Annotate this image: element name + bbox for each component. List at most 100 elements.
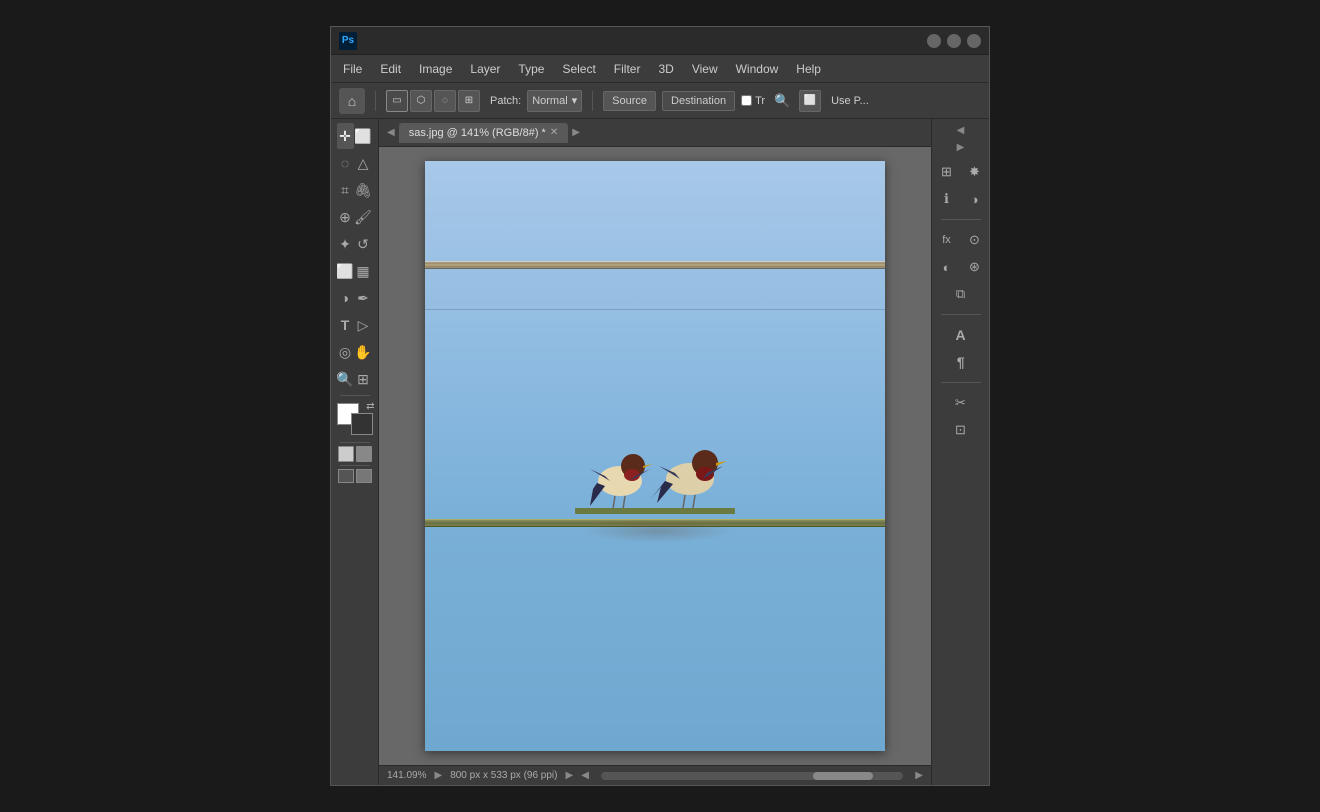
standard-screen-button[interactable] [338,469,354,483]
channels-icon[interactable]: fx [934,227,960,253]
canvas-button[interactable]: ⬜ [799,90,821,112]
info-icon[interactable]: ℹ [934,186,960,212]
status-bar: 141.09% ▶ 800 px x 533 px (96 ppi) ▶ ◀ ▶ [379,765,931,785]
switch-colors-icon[interactable]: ⇄ [366,401,374,412]
menu-layer[interactable]: Layer [462,59,508,79]
rectangular-marquee-tool[interactable]: ⬜ [355,123,372,149]
screen-mode-buttons [338,469,372,483]
pen-tool[interactable]: ✒ [355,285,372,311]
document-tab[interactable]: sas.jpg @ 141% (RGB/8#) * ✕ [399,123,569,143]
search-icon[interactable]: 🔍 [771,90,793,112]
menu-window[interactable]: Window [728,59,787,79]
panel-divider-1 [941,219,981,220]
panel-group-4: ✂ ⊡ [932,388,989,445]
menu-file[interactable]: File [335,59,370,79]
menu-3d[interactable]: 3D [650,59,681,79]
maximize-button[interactable]: □ [947,34,961,48]
patch-mode-value: Normal [532,95,567,107]
standard-mode-button[interactable] [338,446,354,462]
tab-bar: ◀ sas.jpg @ 141% (RGB/8#) * ✕ ▶ [379,119,931,147]
source-radio[interactable]: Source [603,91,656,111]
patch-shape-button[interactable]: ⬡ [410,90,432,112]
menu-help[interactable]: Help [788,59,829,79]
collapse-right-icon[interactable]: ▶ [568,125,584,140]
menu-type[interactable]: Type [510,59,552,79]
patch-rect-button[interactable]: ▭ [386,90,408,112]
toolbar-divider-1 [340,395,370,396]
paragraph-icon[interactable]: ¶ [948,349,974,375]
collapse-left-icon[interactable]: ◀ [383,125,399,140]
minimize-button[interactable]: ─ [927,34,941,48]
close-button[interactable]: ✕ [967,34,981,48]
panel-row-3: fx ⊙ [934,227,988,253]
close-tab-icon[interactable]: ✕ [550,127,558,138]
character-icon[interactable]: A [948,322,974,348]
destination-radio[interactable]: Destination [662,91,735,111]
path-selection-tool[interactable]: ▷ [355,312,372,338]
actions-icon[interactable]: ✂ [948,390,974,416]
status-nav-left[interactable]: ◀ [581,770,589,781]
bird-image [425,161,885,751]
lasso-tool[interactable]: ◌ [337,150,354,176]
right-panel-expand[interactable]: ▶ [953,140,969,155]
panel-group-3: A ¶ [932,320,989,377]
zoom-tool[interactable]: 🔍 [337,366,354,392]
healing-pair: ⊕ 🖌 [337,204,373,230]
panel-group-2: fx ⊙ ◐ ⊛ ⧉ [932,225,989,309]
history-icon[interactable]: ⊡ [948,417,974,443]
eraser-tool[interactable]: ⬜ [337,258,354,284]
dodge-pair: ◑ ✒ [337,285,373,311]
right-panel-collapse[interactable]: ◀ [953,123,969,138]
type-pair: T ▷ [337,312,373,338]
marquee-alt-tool[interactable]: ⊞ [355,366,372,392]
paths-icon[interactable]: ⊛ [962,254,988,280]
crop-tool[interactable]: ⌗ [337,177,354,203]
menu-filter[interactable]: Filter [606,59,649,79]
canvas-area: ◀ sas.jpg @ 141% (RGB/8#) * ✕ ▶ [379,119,931,785]
menu-select[interactable]: Select [554,59,603,79]
menu-image[interactable]: Image [411,59,460,79]
adjustments-icon[interactable]: ◑ [962,186,988,212]
menu-edit[interactable]: Edit [372,59,409,79]
scrollbar-thumb[interactable] [813,772,873,780]
status-arrow-left[interactable]: ▶ [434,770,442,781]
masks-icon[interactable]: ◐ [934,254,960,280]
home-button[interactable]: ⌂ [339,88,365,114]
artboards-icon[interactable]: ⧉ [948,281,974,307]
eye-tool[interactable]: ◎ [337,339,354,365]
history-brush-tool[interactable]: ↺ [355,231,372,257]
clone-stamp-tool[interactable]: ✦ [337,231,354,257]
spot-healing-tool[interactable]: ⊕ [337,204,354,230]
bird-shadows [580,519,735,543]
gradient-tool[interactable]: ▦ [355,258,372,284]
patch-lasso-button[interactable]: ◌ [434,90,456,112]
quick-mask-button[interactable] [356,446,372,462]
horizontal-scrollbar[interactable] [601,772,903,780]
layers-icon[interactable]: ⊙ [962,227,988,253]
clone-pair: ✦ ↺ [337,231,373,257]
properties-icon[interactable]: ✸ [962,159,988,185]
color-swatches[interactable]: ⇄ [337,403,373,435]
move-tool[interactable]: ✛ [337,123,354,149]
main-layout: ✛ ⬜ ◌ △ ⌗ 🖇 ⊕ 🖌 ✦ ↺ [331,119,989,785]
canvas-container[interactable] [379,147,931,765]
background-color[interactable] [351,413,373,435]
type-tool[interactable]: T [337,312,354,338]
eraser-pair: ⬜ ▦ [337,258,373,284]
patch-select-button[interactable]: ⊞ [458,90,480,112]
dropdown-arrow-icon: ▾ [572,94,578,107]
brush-tool[interactable]: 🖌 [355,204,372,230]
libraries-icon[interactable]: ⊞ [934,159,960,185]
eyedropper-tool[interactable]: 🖇 [355,177,372,203]
dodge-tool[interactable]: ◑ [337,285,354,311]
transform-label: Tr [755,95,765,107]
patch-mode-dropdown[interactable]: Normal ▾ [527,90,582,112]
quick-select-tool[interactable]: △ [355,150,372,176]
transform-check[interactable]: Tr [741,95,765,107]
status-arrow-right[interactable]: ▶ [565,770,573,781]
menu-view[interactable]: View [684,59,726,79]
hand-tool[interactable]: ✋ [355,339,372,365]
status-nav-right[interactable]: ▶ [915,770,923,781]
panel-divider-3 [941,382,981,383]
fullscreen-button[interactable] [356,469,372,483]
